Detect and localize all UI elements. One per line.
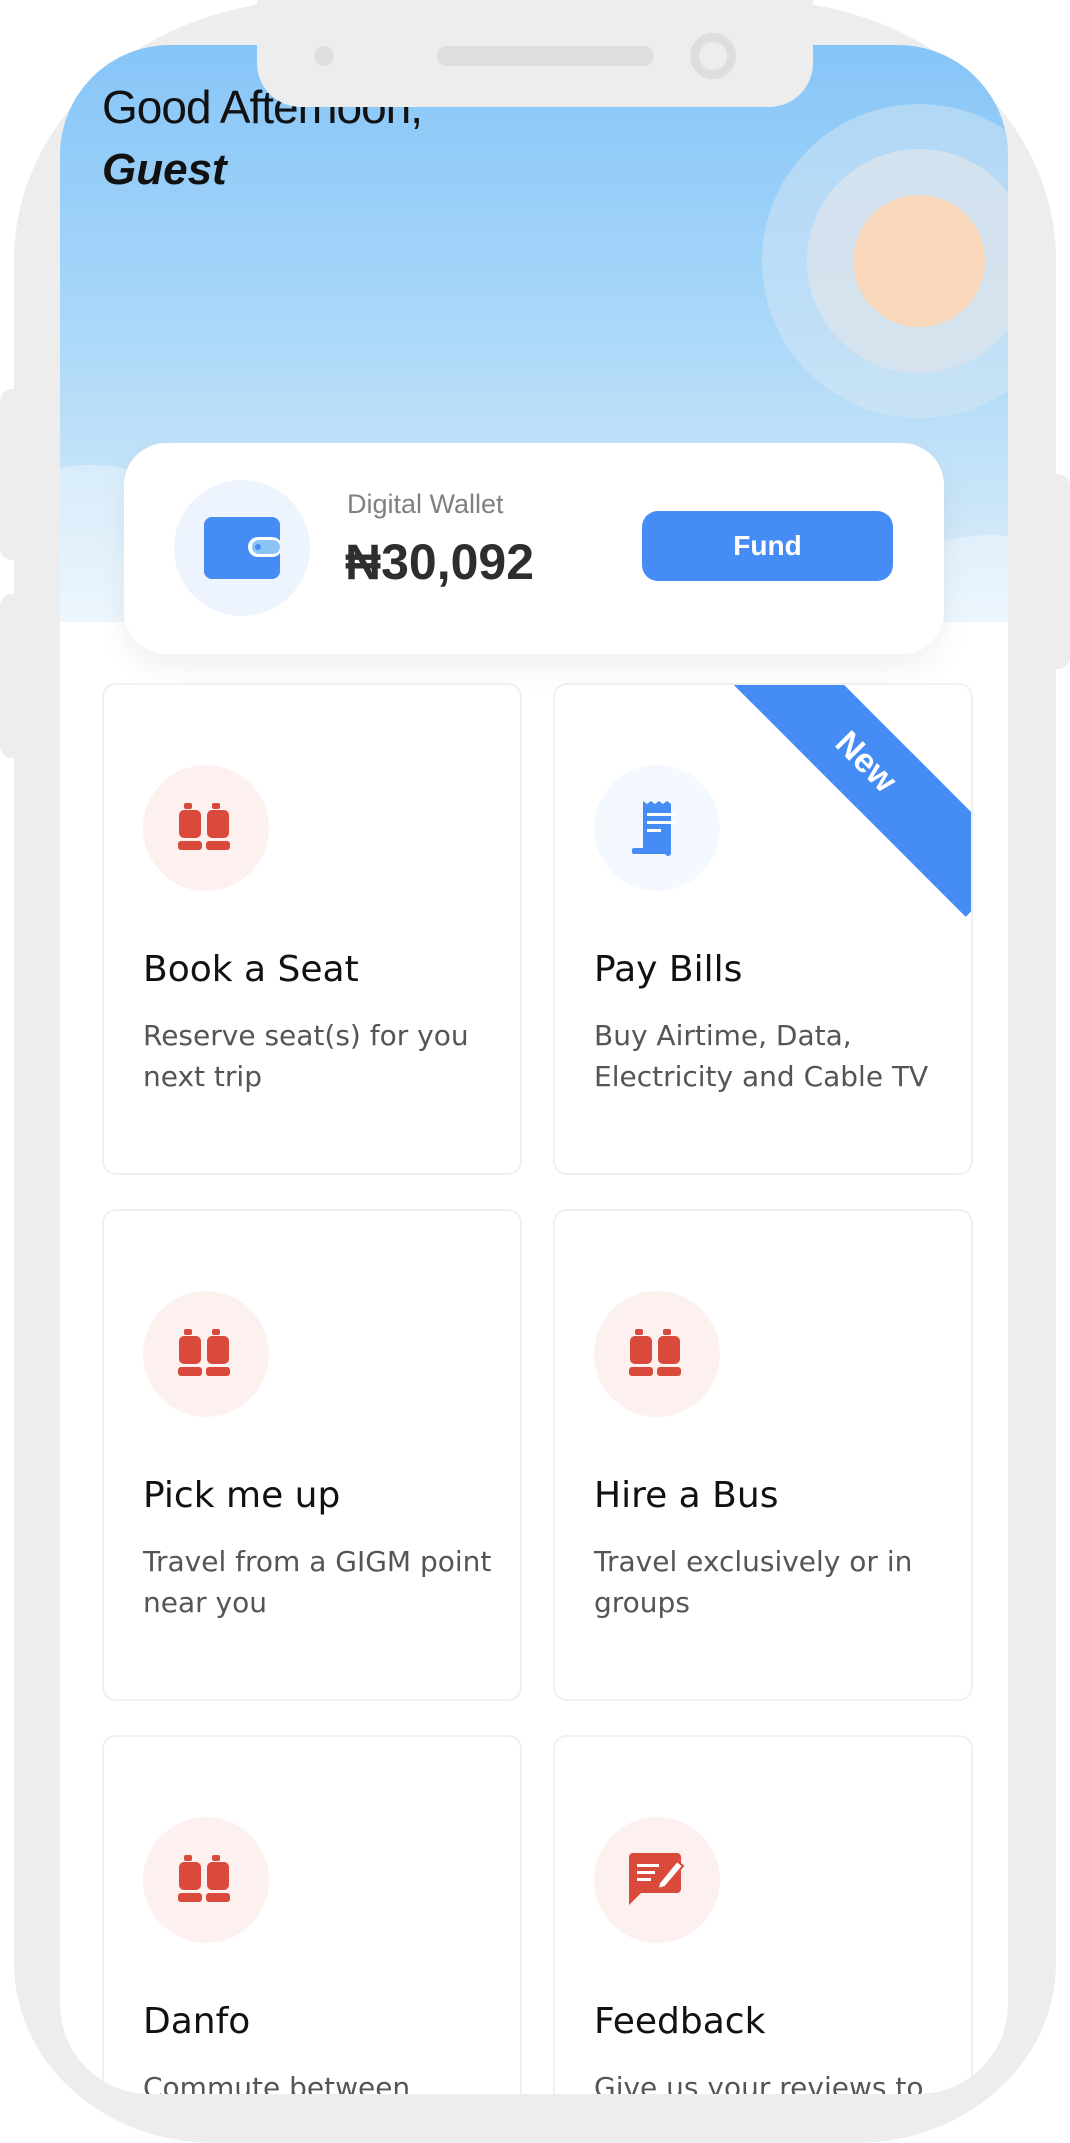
service-description: Buy Airtime, Data, Electricity and Cable…	[594, 1019, 929, 1093]
wallet-icon	[174, 480, 310, 616]
seat-icon	[143, 1291, 269, 1417]
receipt-icon	[594, 765, 720, 891]
service-title: Book a Seat	[143, 949, 359, 990]
wallet-label: Digital Wallet	[347, 489, 504, 519]
service-title: Danfo	[143, 2001, 251, 2042]
phone-notch	[257, 0, 813, 107]
seat-icon	[143, 1817, 269, 1943]
service-title: Feedback	[594, 2001, 766, 2042]
notch-sensor	[314, 46, 334, 66]
feedback-icon	[594, 1817, 720, 1943]
service-title: Pick me up	[143, 1475, 341, 1516]
service-card-pay-bills[interactable]: New Pay Bills Buy Airtime, Data, Electri…	[553, 683, 973, 1175]
user-name: Guest	[102, 145, 227, 194]
service-description: Give us your reviews to	[594, 2071, 924, 2094]
service-card-pick-me-up[interactable]: Pick me up Travel from a GIGM point near…	[102, 1209, 522, 1701]
service-title: Hire a Bus	[594, 1475, 779, 1516]
wallet-balance: ₦30,092	[345, 534, 535, 590]
sun-icon	[853, 195, 985, 327]
notch-speaker	[437, 46, 654, 66]
service-card-book-seat[interactable]: Book a Seat Reserve seat(s) for you next…	[102, 683, 522, 1175]
wallet-card: Digital Wallet ₦30,092 Fund	[124, 443, 944, 654]
service-description: Travel from a GIGM point near you	[143, 1545, 492, 1619]
notch-camera	[690, 33, 736, 79]
seat-icon	[594, 1291, 720, 1417]
service-description: Commute between	[143, 2071, 411, 2094]
service-card-danfo[interactable]: Danfo Commute between	[102, 1735, 522, 2094]
seat-icon	[143, 765, 269, 891]
service-description: Reserve seat(s) for you next trip	[143, 1019, 469, 1093]
app-screen: Good Afternoon, Guest Digital Wallet ₦30…	[60, 45, 1008, 2094]
fund-button[interactable]: Fund	[642, 511, 893, 581]
service-card-hire-bus[interactable]: Hire a Bus Travel exclusively or in grou…	[553, 1209, 973, 1701]
service-card-feedback[interactable]: Feedback Give us your reviews to	[553, 1735, 973, 2094]
service-description: Travel exclusively or in groups	[594, 1545, 913, 1619]
service-title: Pay Bills	[594, 949, 743, 990]
new-badge: New	[711, 685, 971, 917]
